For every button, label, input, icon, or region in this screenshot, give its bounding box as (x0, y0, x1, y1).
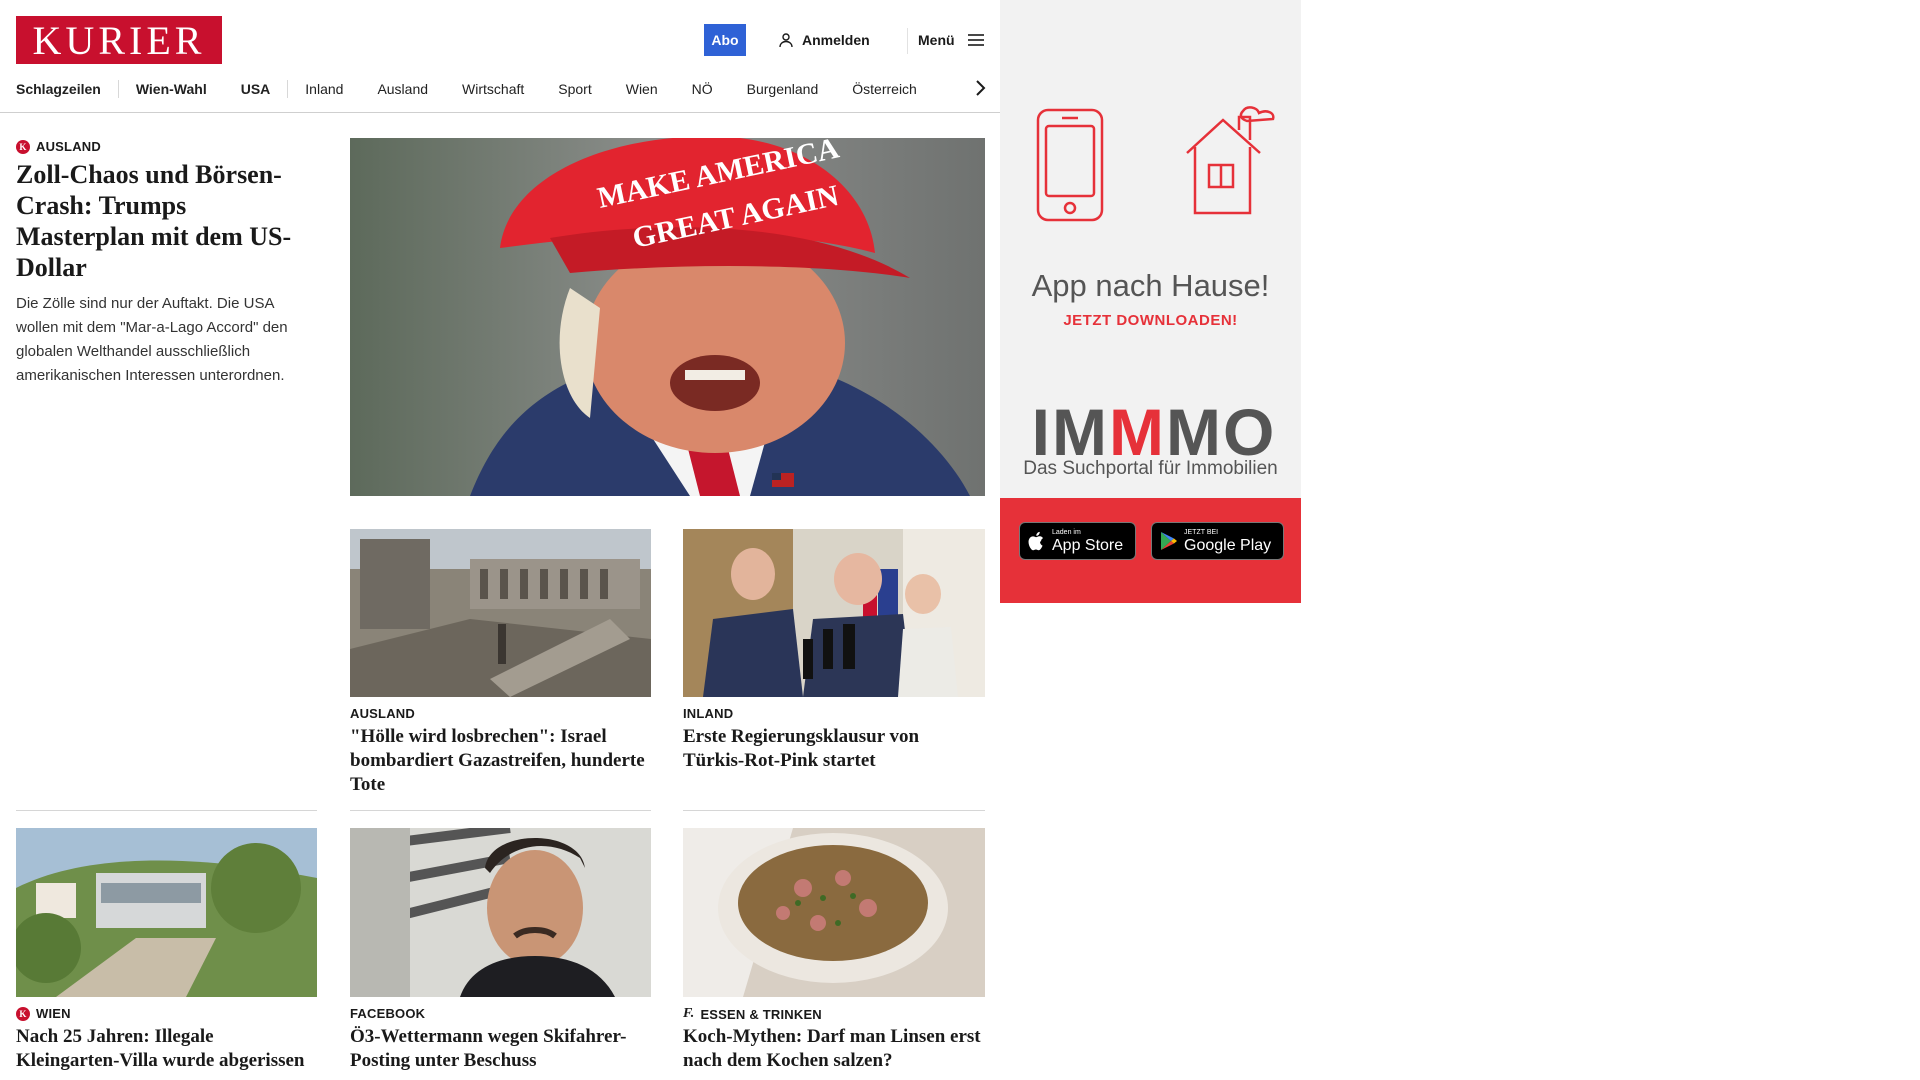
kurier-logo[interactable]: KURIER (16, 16, 222, 64)
abo-button[interactable]: Abo (704, 24, 746, 56)
nav-item-oesterreich[interactable]: Österreich (835, 81, 934, 97)
article-kicker-label: ESSEN & TRINKEN (700, 1006, 822, 1022)
nav-bottom-rule (0, 112, 1000, 113)
article-title-wettermann[interactable]: Ö3-Wettermann wegen Skifahrer-Posting un… (350, 1025, 650, 1073)
article-image-villa[interactable] (16, 828, 317, 997)
row-divider (350, 810, 651, 811)
article-kicker-label: AUSLAND (350, 706, 415, 721)
article-title-gaza[interactable]: "Hölle wird losbrechen": Israel bombardi… (350, 725, 650, 797)
app-store-big: App Store (1052, 536, 1124, 554)
article-kicker-label: FACEBOOK (350, 1006, 426, 1021)
row-divider (16, 810, 317, 811)
k-badge-icon: K (16, 139, 30, 154)
app-store-small: Laden im (1052, 528, 1081, 536)
lead-kicker[interactable]: K AUSLAND (16, 139, 101, 154)
nav-item-wien-wahl[interactable]: Wien-Wahl (119, 81, 224, 97)
google-play-small: JETZT BEI (1184, 528, 1219, 536)
article-image-wettermann[interactable] (350, 828, 651, 997)
login-label: Anmelden (802, 32, 870, 48)
k-badge-icon: K (16, 1006, 30, 1021)
article-kicker-wien[interactable]: K WIEN (16, 1006, 71, 1021)
lead-image[interactable]: MAKE AMERICA GREAT AGAIN (350, 138, 985, 496)
article-image-regierung[interactable] (683, 529, 985, 697)
f-badge-icon: f. (683, 1006, 695, 1021)
lead-kicker-label: AUSLAND (36, 139, 101, 154)
article-image-linsen[interactable] (683, 828, 985, 997)
nav-item-noe[interactable]: NÖ (675, 81, 730, 97)
google-play-big: Google Play (1184, 536, 1272, 554)
menu-label: Menü (918, 32, 955, 48)
chevron-right-icon[interactable] (970, 78, 990, 98)
article-kicker-ausland[interactable]: AUSLAND (350, 706, 415, 721)
house-icon (1186, 106, 1275, 215)
article-kicker-label: INLAND (683, 706, 734, 721)
header-divider (907, 28, 908, 54)
login-button[interactable]: Anmelden (778, 30, 870, 50)
nav-item-inland[interactable]: Inland (288, 81, 360, 97)
nav-item-burgenland[interactable]: Burgenland (730, 81, 836, 97)
nav-item-schlagzeilen[interactable]: Schlagzeilen (16, 81, 118, 97)
app-store-button[interactable]: Laden im App Store (1019, 522, 1136, 560)
phone-icon (1036, 108, 1104, 222)
article-title-linsen[interactable]: Koch-Mythen: Darf man Linsen erst nach d… (683, 1025, 983, 1073)
ad-store-bar: Laden im App Store JETZT BEI Google Play (1000, 498, 1301, 603)
apple-icon (1028, 531, 1043, 551)
ad-subline: JETZT DOWNLOADEN! (1063, 312, 1238, 329)
nav-item-sport[interactable]: Sport (541, 81, 608, 97)
nav-item-usa[interactable]: USA (224, 81, 288, 97)
nav-item-ausland[interactable]: Ausland (360, 81, 445, 97)
ad-tagline: Das Suchportal für Immobilien (1023, 458, 1278, 479)
article-kicker-essen[interactable]: f. ESSEN & TRINKEN (683, 1006, 822, 1022)
article-kicker-label: WIEN (36, 1006, 71, 1021)
article-kicker-inland[interactable]: INLAND (683, 706, 733, 721)
article-kicker-facebook[interactable]: FACEBOOK (350, 1006, 425, 1021)
nav-item-wirtschaft[interactable]: Wirtschaft (445, 81, 541, 97)
article-title-regierung[interactable]: Erste Regierungsklausur von Türkis-Rot-P… (683, 725, 983, 773)
article-title-villa[interactable]: Nach 25 Jahren: Illegale Kleingarten-Vil… (16, 1025, 316, 1073)
lead-title[interactable]: Zoll-Chaos und Börsen-Crash: Trumps Mast… (16, 159, 316, 283)
ad-headline: App nach Hause! (1031, 268, 1270, 303)
menu-button[interactable]: Menü (918, 30, 985, 50)
row-divider (683, 810, 985, 811)
article-image-gaza[interactable] (350, 529, 651, 697)
section-nav: Schlagzeilen Wien-Wahl USA Inland Auslan… (16, 78, 984, 100)
google-play-button[interactable]: JETZT BEI Google Play (1151, 522, 1284, 560)
google-play-icon (1161, 532, 1177, 550)
user-icon (779, 33, 793, 48)
nav-item-wien[interactable]: Wien (609, 81, 675, 97)
lead-teaser[interactable]: Die Zölle sind nur der Auftakt. Die USA … (16, 292, 318, 388)
hamburger-icon (967, 34, 984, 46)
